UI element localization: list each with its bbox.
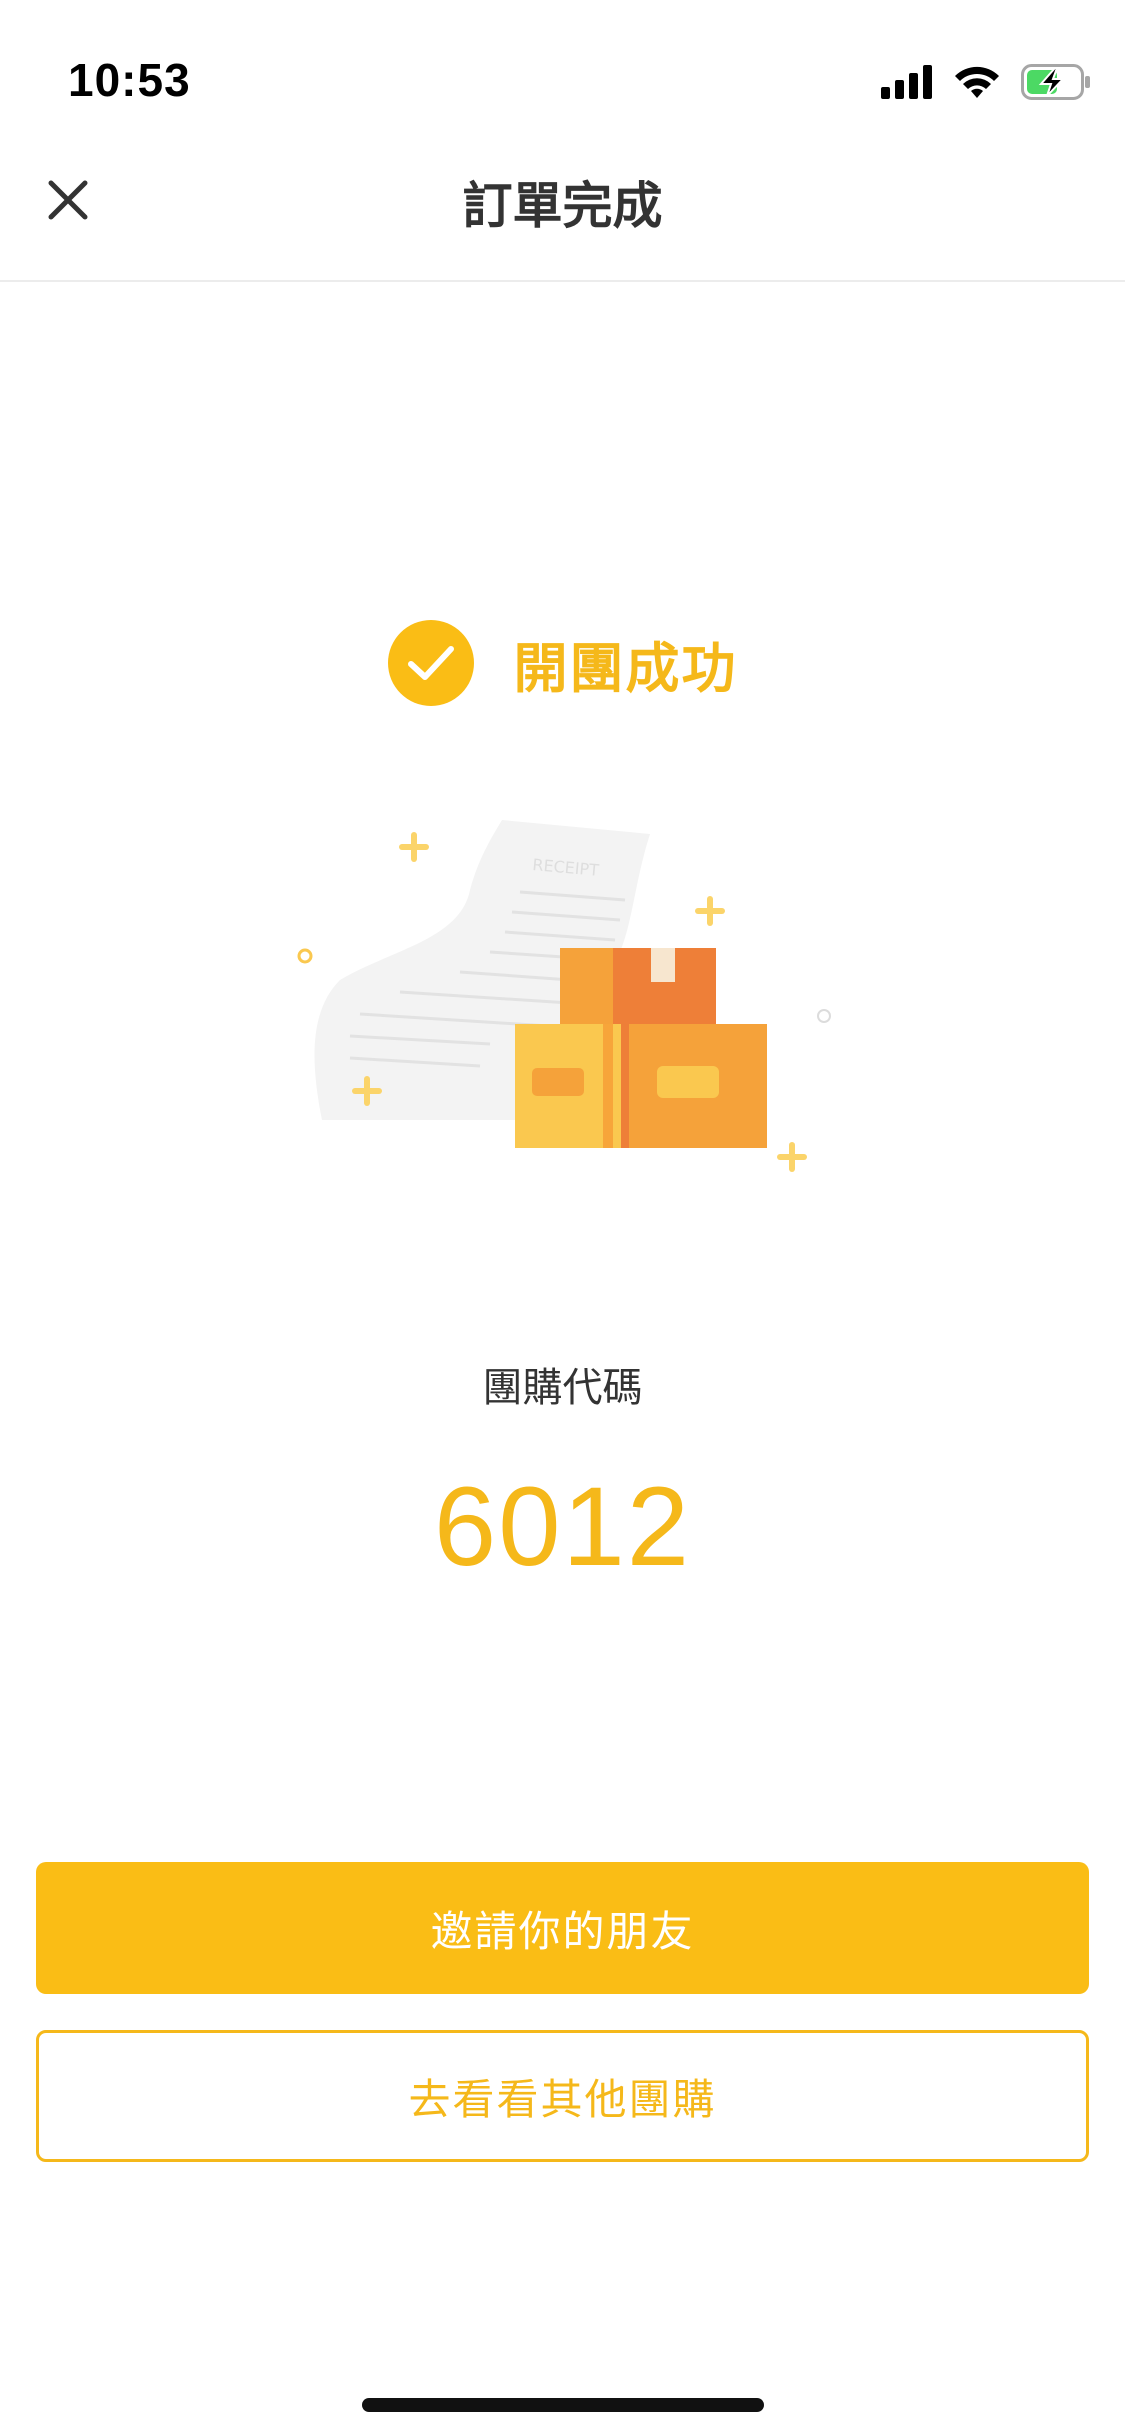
page-title: 訂單完成 (462, 177, 663, 235)
battery-charging-icon (1021, 64, 1091, 100)
cellular-signal-icon (881, 65, 933, 99)
receipt-and-boxes-illustration: RECEIPT (280, 800, 860, 1200)
status-bar: 10:53 (0, 0, 1125, 132)
group-code-value: 6012 (433, 1464, 692, 1589)
status-icons (881, 60, 1091, 104)
status-time: 10:53 (68, 54, 191, 106)
dot-icon (817, 1009, 831, 1023)
top-box-illustration (560, 948, 716, 1024)
bottom-box-illustration (515, 1024, 767, 1148)
check-circle-icon (387, 620, 474, 706)
invite-friends-button[interactable]: 邀請你的朋友 (36, 1862, 1089, 1994)
group-code-label: 團購代碼 (482, 1365, 643, 1411)
home-indicator (362, 2398, 764, 2412)
nav-header: 訂單完成 (0, 132, 1125, 282)
browse-other-groups-button[interactable]: 去看看其他團購 (36, 2030, 1089, 2162)
success-text: 開團成功 (513, 636, 738, 700)
dot-icon (297, 948, 313, 964)
success-heading: 開團成功 (0, 618, 1125, 708)
wifi-icon (953, 64, 1001, 100)
